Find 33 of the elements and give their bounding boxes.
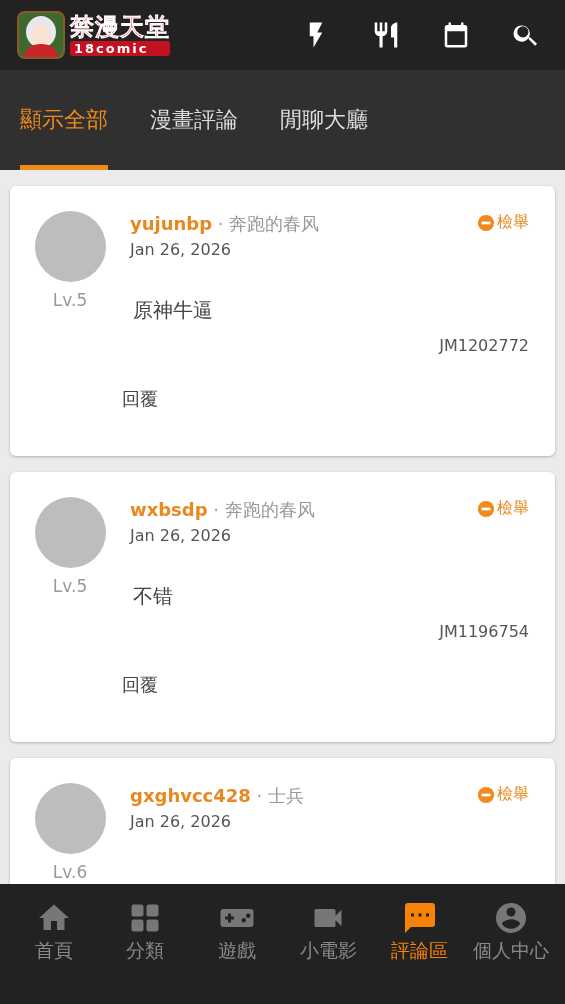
user-level: Lv.5 bbox=[52, 290, 88, 310]
report-button[interactable]: 檢舉 bbox=[477, 784, 529, 805]
nav-item[interactable]: 分類 bbox=[99, 884, 191, 1004]
nav-item[interactable]: 評論區 bbox=[374, 884, 466, 1004]
logo-subtitle: 18comic bbox=[70, 40, 170, 56]
username-title: gxghvcc428 · 士兵 bbox=[130, 784, 305, 808]
comment-text: 原神牛逼 bbox=[133, 297, 214, 324]
username-title: wxbsdp · 奔跑的春风 bbox=[130, 498, 315, 522]
user-level: Lv.6 bbox=[52, 862, 88, 882]
comment-date: Jan 26, 2026 bbox=[130, 812, 232, 831]
username-title: yujunbp · 奔跑的春风 bbox=[130, 212, 320, 236]
report-button[interactable]: 檢舉 bbox=[477, 212, 529, 233]
tab[interactable]: 閒聊大廳 bbox=[280, 70, 368, 170]
reply-button[interactable]: 回覆 bbox=[122, 673, 158, 697]
tab[interactable]: 顯示全部 bbox=[20, 70, 108, 170]
comment-date: Jan 26, 2026 bbox=[130, 240, 232, 259]
comic-id[interactable]: JM1196754 bbox=[439, 622, 529, 641]
minus-circle-icon bbox=[477, 499, 495, 518]
nav-item[interactable]: 遊戲 bbox=[191, 884, 283, 1004]
user-level: Lv.5 bbox=[52, 576, 88, 596]
minus-circle-icon bbox=[477, 785, 495, 804]
comment-text: 不错 bbox=[133, 583, 174, 610]
app-logo-icon bbox=[16, 10, 66, 60]
tab[interactable]: 漫畫評論 bbox=[150, 70, 238, 170]
nav-item[interactable]: 小電影 bbox=[282, 884, 374, 1004]
nav-item[interactable]: 首頁 bbox=[8, 884, 100, 1004]
nav-item[interactable]: 個人中心 bbox=[465, 884, 557, 1004]
comic-id[interactable]: JM1202772 bbox=[439, 336, 529, 355]
reply-button[interactable]: 回覆 bbox=[122, 387, 158, 411]
report-button[interactable]: 檢舉 bbox=[477, 498, 529, 519]
minus-circle-icon bbox=[477, 213, 495, 232]
logo-title: 禁漫天堂 bbox=[70, 14, 170, 39]
comment-date: Jan 26, 2026 bbox=[130, 526, 232, 545]
